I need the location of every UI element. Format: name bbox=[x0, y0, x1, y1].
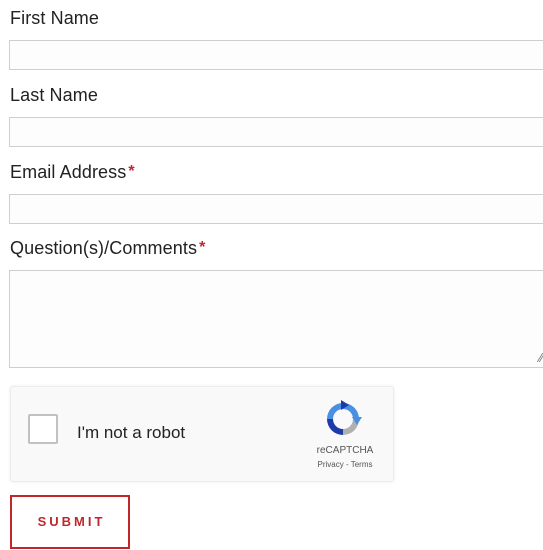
email-required-marker: * bbox=[128, 163, 135, 180]
recaptcha-logo-icon bbox=[327, 400, 362, 435]
recaptcha-privacy-link[interactable]: Privacy bbox=[318, 460, 344, 469]
email-label-text: Email Address bbox=[10, 162, 127, 182]
email-field[interactable] bbox=[9, 194, 543, 224]
recaptcha-widget: I'm not a robot reCAPTCHA Privacy - Term… bbox=[10, 386, 394, 482]
recaptcha-links-separator: - bbox=[343, 460, 351, 469]
first-name-field[interactable] bbox=[9, 40, 543, 70]
email-label: Email Address * bbox=[10, 162, 135, 183]
first-name-label: First Name bbox=[10, 8, 99, 29]
last-name-label: Last Name bbox=[10, 85, 98, 106]
comments-label: Question(s)/Comments * bbox=[10, 238, 205, 259]
submit-button[interactable]: SUBMIT bbox=[10, 495, 130, 549]
recaptcha-label: I'm not a robot bbox=[77, 423, 186, 442]
recaptcha-brand-text: reCAPTCHA bbox=[316, 445, 374, 456]
last-name-field[interactable] bbox=[9, 117, 543, 147]
comments-textarea[interactable]: ⁄⁄ bbox=[9, 270, 543, 368]
last-name-label-text: Last Name bbox=[10, 85, 98, 105]
first-name-label-text: First Name bbox=[10, 8, 100, 28]
recaptcha-terms-link[interactable]: Terms bbox=[351, 460, 373, 469]
comments-label-text: Question(s)/Comments bbox=[10, 238, 198, 258]
resize-handle-icon[interactable]: ⁄⁄ bbox=[539, 351, 543, 365]
recaptcha-links: Privacy - Terms bbox=[307, 460, 383, 469]
recaptcha-checkbox[interactable] bbox=[28, 414, 58, 444]
comments-required-marker: * bbox=[199, 239, 206, 256]
